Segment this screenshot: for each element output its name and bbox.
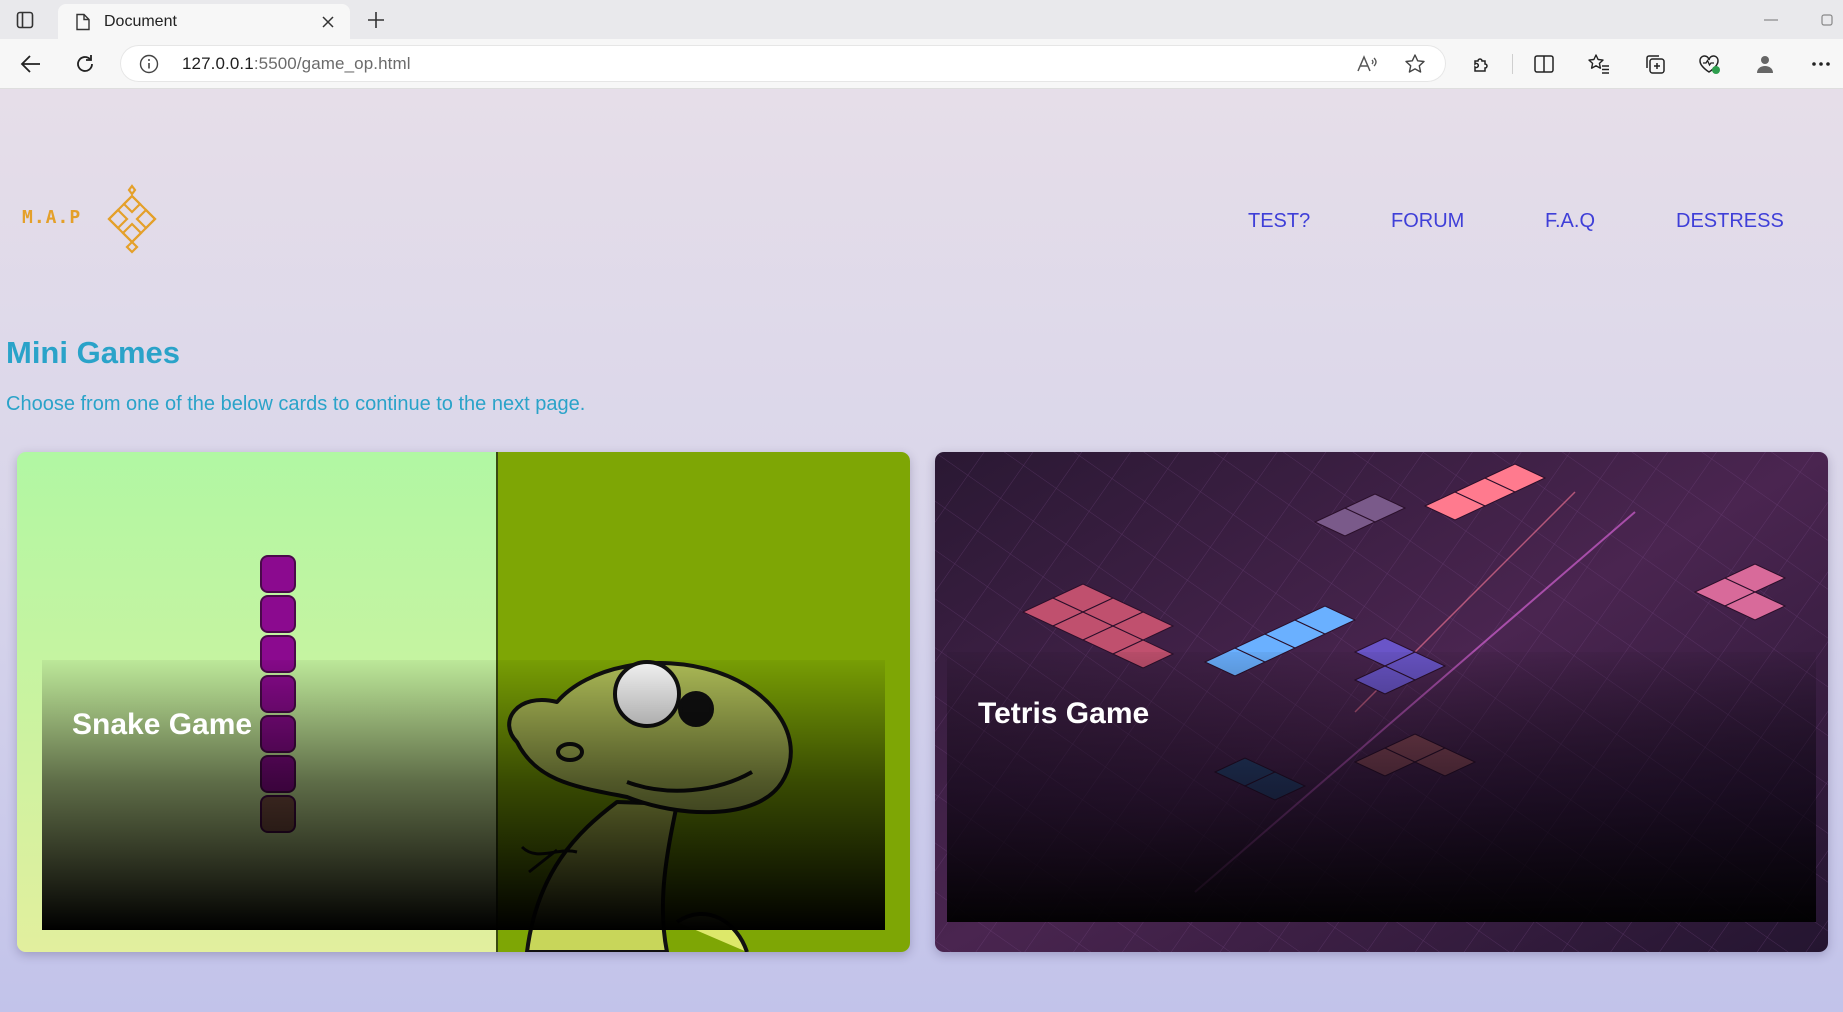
refresh-icon[interactable] [70,49,100,79]
page-content: M.A.P TEST? FORUM F.A.Q DESTRESS Mini Ga… [0,89,1843,1012]
tetris-game-card[interactable]: Tetris Game [935,452,1828,952]
favorite-star-icon[interactable] [1402,51,1428,77]
url-text[interactable]: 127.0.0.1:5500/game_op.html [182,54,411,74]
browser-tab[interactable]: Document [58,4,350,39]
extensions-icon[interactable] [1467,49,1497,79]
page-title: Mini Games [6,335,180,370]
site-logo[interactable]: M.A.P [20,184,170,256]
more-menu-icon[interactable] [1806,49,1836,79]
browser-toolbar: 127.0.0.1:5500/game_op.html [0,39,1843,89]
page-subtitle: Choose from one of the below cards to co… [6,393,586,415]
close-tab-icon[interactable] [316,10,340,34]
snake-game-image [17,452,910,952]
url-path: :5500/game_op.html [253,54,411,73]
snake-game-card[interactable]: Snake Game [17,452,910,952]
document-icon [70,9,96,35]
sidebar-toggle-icon[interactable] [10,8,40,32]
minimize-icon[interactable] [1756,8,1786,32]
new-tab-icon[interactable] [362,6,390,34]
collections-icon[interactable] [1640,49,1670,79]
tab-title: Document [104,12,177,30]
profile-avatar-icon[interactable] [1750,49,1780,79]
restore-window-icon[interactable] [1814,8,1840,32]
logo-diamond-icon [107,184,157,254]
url-host: 127.0.0.1 [182,54,254,73]
snake-card-title: Snake Game [72,708,253,741]
browser-essentials-icon[interactable] [1694,49,1724,79]
logo-text: M.A.P [22,207,82,228]
nav-link-destress[interactable]: DESTRESS [1676,210,1784,233]
address-bar[interactable]: 127.0.0.1:5500/game_op.html [120,45,1446,82]
nav-link-test[interactable]: TEST? [1248,210,1310,233]
nav-link-faq[interactable]: F.A.Q [1545,210,1595,233]
info-icon[interactable] [138,53,160,75]
nav-link-forum[interactable]: FORUM [1391,210,1464,233]
favorites-icon[interactable] [1584,49,1614,79]
read-aloud-icon[interactable] [1354,51,1380,77]
toolbar-separator [1512,54,1513,74]
browser-tab-bar: Document [0,0,1843,39]
back-arrow-icon[interactable] [16,49,46,79]
tetris-card-title: Tetris Game [978,697,1150,730]
split-screen-icon[interactable] [1529,49,1559,79]
